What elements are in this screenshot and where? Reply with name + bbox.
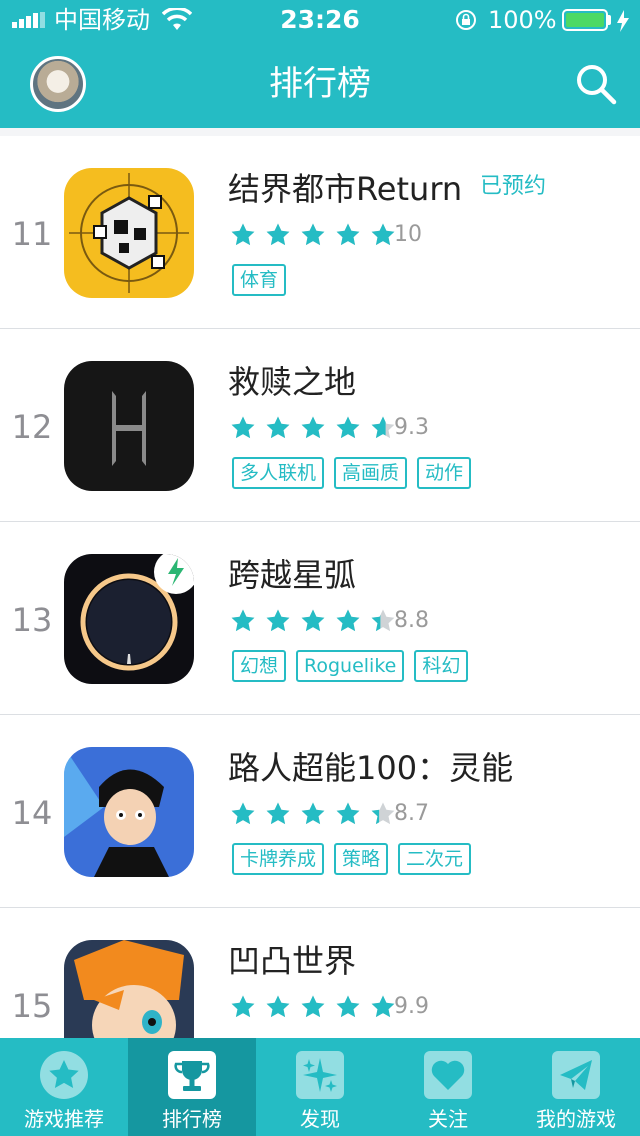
star-icon	[336, 802, 360, 825]
game-icon[interactable]	[64, 361, 194, 491]
tab-follow[interactable]: 关注	[384, 1038, 512, 1136]
star-icon	[336, 609, 360, 632]
rank-number: 11	[11, 215, 53, 253]
app-header: 排行榜	[0, 40, 640, 128]
star-icon	[266, 995, 290, 1018]
star-icon	[336, 995, 360, 1018]
battery-icon	[562, 9, 608, 31]
charging-icon	[617, 10, 629, 32]
tab-label: 我的游戏	[536, 1107, 616, 1131]
star-icon	[301, 609, 325, 632]
score-value: 10	[394, 222, 422, 247]
game-name[interactable]: 结界都市Return	[228, 168, 462, 210]
rank-number: 12	[11, 408, 53, 446]
game-name[interactable]: 路人超能100：灵能	[228, 747, 513, 789]
heart-icon	[424, 1051, 472, 1099]
tag-list: 卡牌养成 策略 二次元	[232, 843, 481, 875]
top-bar: 中国移动 23:26 100% 排行榜	[0, 0, 640, 128]
rank-number: 15	[11, 987, 53, 1025]
page-title: 排行榜	[269, 64, 371, 104]
search-icon[interactable]	[574, 62, 618, 106]
reserved-badge[interactable]: 已预约	[480, 172, 546, 202]
score-value: 8.7	[394, 801, 429, 826]
tab-recommend[interactable]: 游戏推荐	[0, 1038, 128, 1136]
star-icon	[301, 223, 325, 246]
score-value: 9.9	[394, 994, 429, 1019]
tab-discover[interactable]: 发现	[256, 1038, 384, 1136]
tag-list: 多人联机 高画质 动作	[232, 457, 481, 489]
paper-plane-icon	[552, 1051, 600, 1099]
game-icon[interactable]	[64, 554, 194, 684]
game-name[interactable]: 跨越星弧	[228, 554, 356, 596]
tab-label: 排行榜	[162, 1107, 222, 1131]
eclipse-icon	[64, 554, 194, 684]
tag[interactable]: 科幻	[414, 650, 469, 682]
star-icon	[371, 995, 395, 1018]
cube-city-icon	[64, 168, 194, 298]
tag[interactable]: 多人联机	[232, 457, 325, 489]
star-icon	[266, 609, 290, 632]
tag[interactable]: 卡牌养成	[232, 843, 325, 875]
star-icon	[301, 416, 325, 439]
tag[interactable]: 幻想	[232, 650, 287, 682]
h-logo-icon	[64, 361, 194, 491]
star-icon	[371, 223, 395, 246]
star-icon	[301, 995, 325, 1018]
star-icon	[371, 802, 395, 825]
tab-my-games[interactable]: 我的游戏	[512, 1038, 640, 1136]
battery-percent: 100%	[488, 6, 557, 34]
star-rating	[230, 608, 405, 634]
rotation-lock-icon	[456, 10, 476, 30]
tag[interactable]: 动作	[417, 457, 472, 489]
tag-list: 幻想 Roguelike 科幻	[232, 650, 478, 682]
tab-label: 关注	[428, 1107, 468, 1131]
star-icon	[40, 1051, 88, 1099]
rank-number: 14	[11, 794, 53, 832]
score-value: 8.8	[394, 608, 429, 633]
star-icon	[231, 416, 255, 439]
star-icon	[231, 223, 255, 246]
game-icon[interactable]	[64, 747, 194, 877]
star-rating	[230, 415, 405, 441]
tag-list: 体育	[232, 264, 296, 296]
star-rating	[230, 801, 405, 827]
trophy-icon	[168, 1051, 216, 1099]
star-icon	[266, 802, 290, 825]
star-rating	[230, 222, 405, 248]
tag[interactable]: Roguelike	[296, 650, 405, 682]
star-icon	[266, 416, 290, 439]
score-value: 9.3	[394, 415, 429, 440]
game-name[interactable]: 凹凸世界	[228, 940, 356, 982]
ranking-list: 11 结界都市Return 已预约 10 体育 12 救赎之地 9.3 多人联机…	[0, 136, 640, 1101]
star-icon	[231, 609, 255, 632]
tab-label: 发现	[300, 1107, 340, 1131]
tag[interactable]: 策略	[334, 843, 389, 875]
status-bar: 中国移动 23:26 100%	[0, 0, 640, 40]
tag[interactable]: 高画质	[334, 457, 408, 489]
battery-tip	[608, 15, 611, 25]
tag[interactable]: 二次元	[398, 843, 472, 875]
anime-character-icon	[64, 747, 194, 877]
star-icon	[336, 223, 360, 246]
game-row[interactable]: 12 救赎之地 9.3 多人联机 高画质 动作	[0, 329, 640, 522]
game-row[interactable]: 14 路人超能100：灵能 8.7 卡牌养成 策略 二次元	[0, 715, 640, 908]
star-icon	[266, 223, 290, 246]
game-name[interactable]: 救赎之地	[228, 361, 356, 403]
game-row[interactable]: 13 跨越星弧 8.8 幻想 Roguelike 科幻	[0, 522, 640, 715]
tab-label: 游戏推荐	[24, 1107, 104, 1131]
star-rating	[230, 994, 405, 1020]
star-icon	[231, 995, 255, 1018]
tab-bar: 游戏推荐 排行榜 发现 关注 我的游戏	[0, 1038, 640, 1136]
sparkle-icon	[296, 1051, 344, 1099]
star-icon	[371, 416, 395, 439]
rank-number: 13	[11, 601, 53, 639]
game-row[interactable]: 11 结界都市Return 已预约 10 体育	[0, 136, 640, 329]
tab-ranking[interactable]: 排行榜	[128, 1038, 256, 1136]
star-icon	[301, 802, 325, 825]
star-icon	[231, 802, 255, 825]
game-icon[interactable]	[64, 168, 194, 298]
star-icon	[371, 609, 395, 632]
tag[interactable]: 体育	[232, 264, 287, 296]
star-icon	[336, 416, 360, 439]
